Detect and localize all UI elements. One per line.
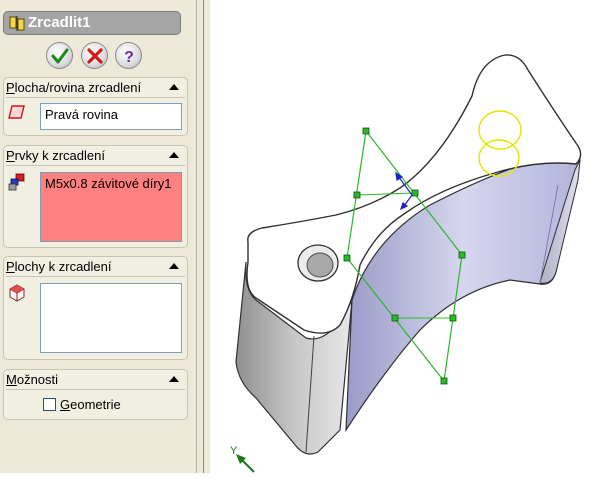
features-group-title: Prvky k zrcadlení bbox=[6, 148, 105, 163]
options-group: Možnosti Geometrie bbox=[3, 369, 188, 420]
panel-splitter[interactable] bbox=[196, 0, 210, 473]
plane-handle[interactable] bbox=[391, 314, 399, 322]
collapse-chevron-icon[interactable] bbox=[169, 376, 179, 382]
faces-to-mirror-group: Plochy k zrcadlení bbox=[3, 256, 188, 360]
face-cube-icon bbox=[9, 284, 25, 302]
faces-group-header[interactable]: Plochy k zrcadlení bbox=[4, 257, 187, 277]
group-divider bbox=[6, 97, 185, 98]
property-manager-panel: Zrcadlit1 ? Plocha/rovina zrcadlení Prav… bbox=[0, 0, 196, 473]
help-icon: ? bbox=[124, 49, 134, 65]
plane-icon bbox=[8, 105, 25, 119]
plane-handle[interactable] bbox=[353, 191, 361, 199]
left-hole-inner bbox=[306, 252, 334, 278]
options-group-title: Možnosti bbox=[6, 372, 59, 387]
geometry-pattern-label[interactable]: Geometrie bbox=[60, 397, 121, 412]
group-divider bbox=[6, 165, 185, 166]
features-group-header[interactable]: Prvky k zrcadlení bbox=[4, 146, 187, 166]
mirror-plane-group-title: Plocha/rovina zrcadlení bbox=[6, 80, 142, 95]
features-to-mirror-list[interactable]: M5x0.8 závitové díry1 bbox=[40, 172, 182, 242]
model-view[interactable]: Y bbox=[210, 0, 596, 473]
plane-handle[interactable] bbox=[343, 254, 351, 262]
faces-to-mirror-list[interactable] bbox=[40, 283, 182, 353]
collapse-chevron-icon[interactable] bbox=[169, 84, 179, 90]
group-divider bbox=[6, 389, 185, 390]
geometry-pattern-checkbox[interactable] bbox=[43, 398, 56, 411]
ok-icon bbox=[51, 48, 69, 64]
help-button[interactable]: ? bbox=[115, 42, 142, 69]
ok-button[interactable] bbox=[46, 42, 73, 69]
cancel-icon bbox=[87, 48, 103, 64]
features-to-mirror-group: Prvky k zrcadlení M5x0.8 závitové díry1 bbox=[3, 145, 188, 248]
y-axis-label: Y bbox=[230, 445, 238, 457]
plane-handle[interactable] bbox=[362, 127, 370, 135]
mirror-plane-group: Plocha/rovina zrcadlení Pravá rovina bbox=[3, 77, 188, 136]
feature-title: Zrcadlit1 bbox=[28, 14, 91, 31]
plane-handle[interactable] bbox=[458, 251, 466, 259]
plane-handle[interactable] bbox=[449, 314, 457, 322]
plane-handle[interactable] bbox=[440, 377, 448, 385]
options-group-header[interactable]: Možnosti bbox=[4, 370, 187, 390]
mirror-plane-field[interactable]: Pravá rovina bbox=[40, 103, 182, 130]
graphics-area[interactable]: Y bbox=[210, 0, 596, 473]
plane-handle[interactable] bbox=[411, 189, 419, 197]
svg-text:?: ? bbox=[124, 49, 134, 65]
reference-triad-icon bbox=[236, 454, 255, 473]
features-icon bbox=[8, 173, 25, 191]
faces-group-title: Plochy k zrcadlení bbox=[6, 259, 112, 274]
splitter-line bbox=[203, 0, 204, 473]
group-divider bbox=[6, 276, 185, 277]
collapse-chevron-icon[interactable] bbox=[169, 152, 179, 158]
collapse-chevron-icon[interactable] bbox=[169, 263, 179, 269]
cancel-button[interactable] bbox=[81, 42, 108, 69]
mirror-feature-icon bbox=[9, 16, 25, 31]
feature-title-bar: Zrcadlit1 bbox=[3, 11, 181, 35]
mirror-plane-group-header[interactable]: Plocha/rovina zrcadlení bbox=[4, 78, 187, 98]
